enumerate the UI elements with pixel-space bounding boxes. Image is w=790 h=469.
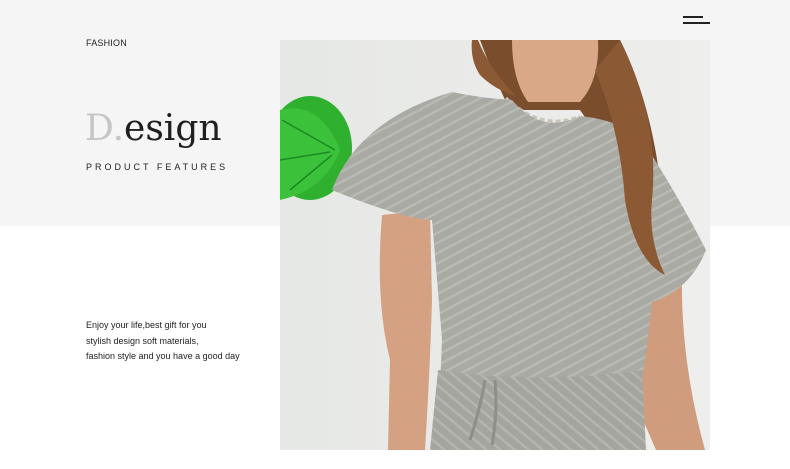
description-line: stylish design soft materials, [86, 335, 199, 346]
neck [512, 40, 599, 102]
menu-button[interactable] [681, 12, 711, 28]
product-photo [280, 40, 710, 450]
shorts [430, 370, 646, 450]
description-line: Enjoy your life,best gift for you [86, 320, 207, 330]
hamburger-menu-icon-lower-bar [683, 22, 710, 24]
heading-initial: D. [85, 108, 125, 149]
category-label: FASHION [86, 38, 127, 48]
product-description: Enjoy your life,best gift for you stylis… [86, 318, 240, 365]
hamburger-menu-icon [683, 16, 703, 18]
description-line: fashion style and you have a good day [86, 351, 240, 361]
heading-rest: esign [124, 108, 222, 149]
product-features-subtitle: PRODUCT FEATURES [86, 162, 229, 172]
product-photo-illustration [280, 40, 710, 450]
design-heading: D.esign [85, 104, 222, 154]
